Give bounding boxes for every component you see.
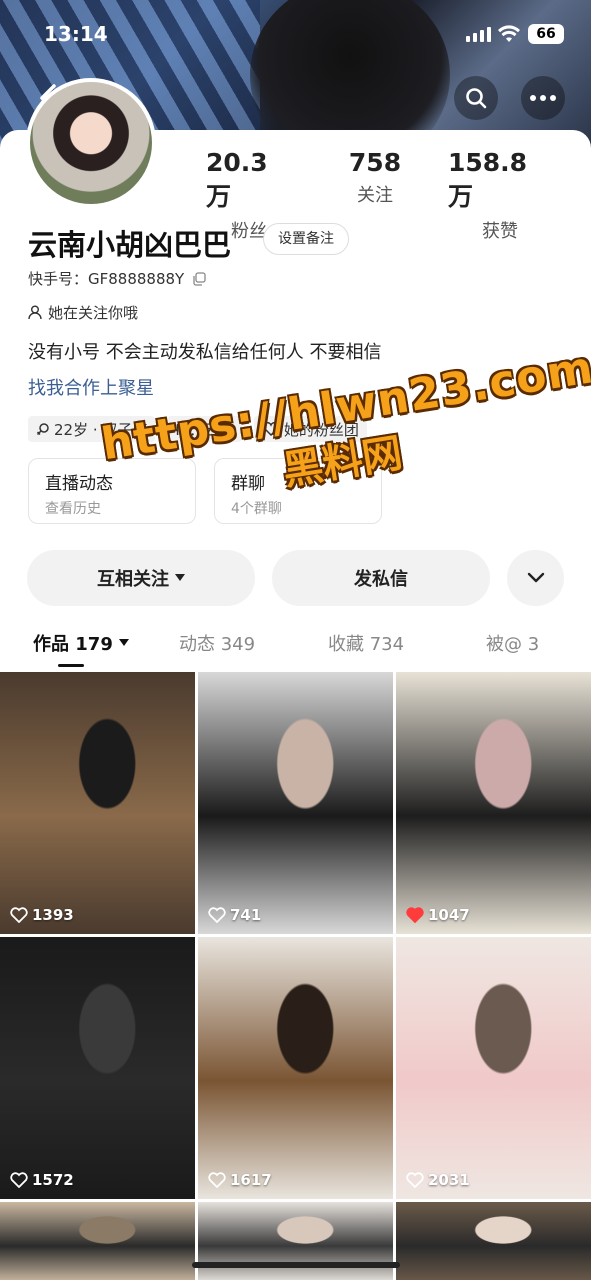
stat-likes[interactable]: 158.8万 获赞 [448,148,552,243]
mutual-follow-button[interactable]: 互相关注 [27,550,255,606]
set-remark-button[interactable]: 设置备注 [263,223,349,255]
send-message-button[interactable]: 发私信 [272,550,490,606]
tab-moments[interactable]: 动态 349 [179,630,255,656]
video-thumbnail[interactable]: 1572 [0,937,195,1199]
caret-down-icon [175,574,185,581]
profile-shortcuts: 直播动态 查看历史 群聊 4个群聊 [28,458,382,524]
wifi-icon [498,25,520,42]
video-thumbnail[interactable]: 1617 [198,937,393,1199]
active-tab-indicator [58,664,84,667]
caret-down-icon [118,639,129,646]
cooperation-link[interactable]: 找我合作上聚星 [28,374,154,400]
search-button[interactable] [454,76,498,120]
heart-icon [10,1172,28,1188]
live-history-card[interactable]: 直播动态 查看历史 [28,458,196,524]
person-icon [28,305,42,320]
battery-indicator: 66 [528,24,564,44]
more-icon [530,95,556,101]
like-count: 741 [208,906,261,924]
video-grid: 1393 741 1047 1572 1617 2031 [0,672,591,1280]
video-thumbnail[interactable]: 741 [198,672,393,934]
heart-icon [208,1172,226,1188]
video-thumbnail[interactable]: 1393 [0,672,195,934]
like-count: 1617 [208,1171,272,1189]
tab-mentions[interactable]: 被@ 3 [486,630,539,656]
kuaishou-id: 快手号：GF8888888Y [28,268,206,289]
tag-ip: IP：云南 [167,416,242,442]
group-chat-card[interactable]: 群聊 4个群聊 [214,458,382,524]
heart-icon [208,907,226,923]
status-bar: 13:14 66 [0,0,591,70]
video-thumbnail[interactable] [396,1202,591,1280]
video-thumbnail[interactable]: 2031 [396,937,591,1199]
profile-tags: 22岁 · 双子座 IP：云南 她的粉丝团 [28,416,367,442]
heart-icon [406,907,424,923]
expand-button[interactable] [507,550,564,606]
heart-icon [10,907,28,923]
tab-favorites[interactable]: 收藏 734 [328,630,404,656]
follows-you-indicator: 她在关注你哦 [28,302,138,323]
video-thumbnail[interactable] [198,1202,393,1280]
home-indicator[interactable] [192,1262,400,1268]
kuaishou-id-text: 快手号：GF8888888Y [28,270,185,288]
gender-female-icon [36,423,49,436]
search-icon [466,88,487,109]
copy-icon[interactable] [192,271,206,286]
tag-age: 22岁 · 双子座 [28,416,156,442]
more-button[interactable] [521,76,565,120]
tab-works[interactable]: 作品 179 [33,630,129,656]
chevron-down-icon [527,572,544,583]
fan-group-icon [262,422,279,436]
video-thumbnail[interactable]: 1047 [396,672,591,934]
heart-icon [406,1172,424,1188]
status-time: 13:14 [44,22,108,46]
like-count: 2031 [406,1171,470,1189]
profile-name: 云南小胡凶巴巴 [28,228,232,262]
like-count: 1572 [10,1171,74,1189]
content-tabs: 作品 179 动态 349 收藏 734 被@ 3 [0,630,591,670]
like-count: 1047 [406,906,470,924]
signal-icon [466,27,491,42]
like-count: 1393 [10,906,74,924]
profile-bio: 没有小号 不会主动发私信给任何人 不要相信 [28,342,382,363]
tag-fan-group[interactable]: 她的粉丝团 [253,416,367,442]
video-thumbnail[interactable] [0,1202,195,1280]
avatar[interactable] [26,78,156,208]
stat-following[interactable]: 758 关注 [340,148,410,207]
